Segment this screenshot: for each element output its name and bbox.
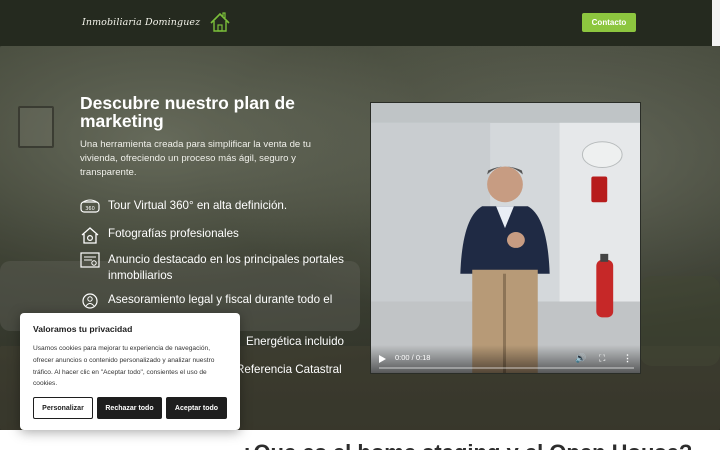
hero-title: Descubre nuestro plan de marketing: [80, 93, 295, 131]
scrollbar[interactable]: [712, 0, 720, 46]
vr-360-icon: 360: [80, 199, 100, 213]
reject-all-cookies-button[interactable]: Rechazar todo: [97, 397, 162, 419]
more-options-icon[interactable]: ⋮: [623, 353, 632, 363]
brand-logo[interactable]: Inmobiliaria Dominguez: [82, 9, 232, 35]
feature-item: Asesoramiento legal y fiscal durante tod…: [80, 292, 358, 310]
hero-subtitle: Una herramienta creada para simplificar …: [80, 139, 311, 178]
feature-text: Asesoramiento legal y fiscal durante tod…: [108, 293, 333, 306]
cookie-consent-banner: Valoramos tu privacidad Usamos cookies p…: [20, 313, 240, 430]
feature-item: 360 Tour Virtual 360° en alta definición…: [80, 198, 358, 216]
cookie-title: Valoramos tu privacidad: [33, 324, 133, 334]
contact-button[interactable]: Contacto: [582, 13, 636, 32]
play-icon[interactable]: [379, 355, 386, 363]
customize-cookies-button[interactable]: Personalizar: [33, 397, 93, 419]
house-camera-icon: [81, 227, 99, 244]
feature-text: Anuncio destacado en los principales por…: [108, 253, 344, 282]
fullscreen-icon[interactable]: ⛶: [599, 353, 605, 363]
cookie-button-group: Personalizar Rechazar todo Aceptar todo: [33, 397, 231, 419]
video-player[interactable]: 0:00 / 0:18 🔊 ⛶ ⋮: [370, 102, 641, 374]
accept-all-cookies-button[interactable]: Aceptar todo: [166, 397, 227, 419]
cookie-description: Usamos cookies para mejorar tu experienc…: [33, 345, 215, 388]
house-logo-icon: [210, 12, 230, 32]
video-controls: 0:00 / 0:18 🔊 ⛶ ⋮: [371, 345, 640, 373]
video-frame: [371, 103, 640, 373]
section-heading: ¿Que es el home staging y el Open House?: [240, 440, 692, 450]
logo-text: Inmobiliaria Dominguez: [82, 16, 201, 28]
video-progress-bar[interactable]: [379, 367, 634, 369]
feature-item: Fotografías profesionales: [80, 226, 358, 244]
svg-text:360: 360: [85, 206, 95, 212]
listing-icon: [80, 252, 100, 268]
advisor-icon: [82, 293, 98, 309]
feature-text: Tour Virtual 360° en alta definición.: [108, 199, 288, 212]
feature-item: Anuncio destacado en los principales por…: [80, 252, 358, 284]
video-time: 0:00 / 0:18: [395, 353, 431, 362]
feature-text: Fotografías profesionales: [108, 227, 239, 240]
site-header: Inmobiliaria Dominguez Contacto: [0, 0, 720, 46]
volume-icon[interactable]: 🔊: [575, 353, 586, 363]
